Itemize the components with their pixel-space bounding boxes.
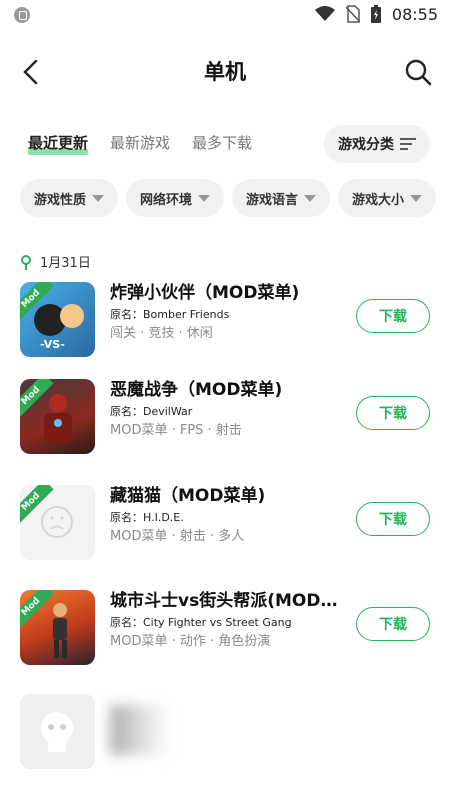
game-original-name: 原名：H.I.D.E. (110, 511, 184, 524)
download-button[interactable]: 下载 (356, 299, 430, 333)
game-thumbnail[interactable]: Mod (20, 485, 95, 560)
status-icons: 08:55 (314, 4, 438, 24)
battery-charging-icon (370, 5, 381, 23)
tab-newest-games[interactable]: 最新游戏 (110, 132, 170, 153)
loading-text-placeholder (110, 705, 170, 755)
dropdown-triangle-icon (92, 194, 105, 202)
search-icon[interactable] (402, 56, 434, 88)
game-thumbnail[interactable]: -VS- Mod (20, 282, 95, 357)
svg-text:-VS-: -VS- (40, 338, 65, 351)
filter-label: 游戏性质 (34, 192, 87, 208)
game-name: 炸弹小伙伴（MOD菜单) (110, 283, 300, 303)
game-tags: MOD菜单 · 动作 · 角色扮演 (110, 634, 271, 649)
status-time: 08:55 (391, 4, 438, 24)
game-category-label: 游戏分类 (338, 137, 394, 153)
list-item[interactable]: Mod 恶魔战争（MOD菜单) 原名：DevilWar MOD菜单 · FPS … (20, 379, 430, 455)
sort-tabs: 最近更新 最新游戏 最多下载 (28, 132, 252, 155)
list-item-loading (20, 694, 430, 770)
shield-notification-icon (14, 7, 30, 23)
filter-network[interactable]: 网络环境 (126, 179, 225, 217)
page-title: 单机 (204, 60, 246, 84)
filter-label: 游戏大小 (352, 192, 405, 208)
game-original-name: 原名：Bomber Friends (110, 308, 230, 321)
game-thumbnail[interactable]: Mod (20, 379, 95, 454)
game-thumbnail-placeholder (20, 694, 95, 769)
game-tags: MOD菜单 · FPS · 射击 (110, 423, 242, 438)
filter-label: 游戏语言 (246, 192, 299, 208)
dropdown-triangle-icon (198, 194, 211, 202)
game-category-button[interactable]: 游戏分类 (324, 125, 430, 163)
location-pin-icon (21, 254, 31, 270)
filter-game-nature[interactable]: 游戏性质 (20, 179, 119, 217)
list-item[interactable]: Mod 城市斗士vs街头帮派(MOD… 原名：City Fighter vs S… (20, 590, 430, 666)
filter-lines-icon (400, 138, 416, 150)
status-bar: 08:55 (0, 0, 450, 32)
download-button[interactable]: 下载 (356, 396, 430, 430)
game-name: 恶魔战争（MOD菜单) (110, 380, 283, 400)
filter-size[interactable]: 游戏大小 (338, 179, 437, 217)
date-label: 1月31日 (40, 256, 91, 271)
game-name: 藏猫猫（MOD菜单) (110, 486, 266, 506)
dropdown-triangle-icon (410, 194, 423, 202)
game-thumbnail[interactable]: Mod (20, 590, 95, 665)
filter-label: 网络环境 (140, 192, 193, 208)
list-item[interactable]: -VS- Mod 炸弹小伙伴（MOD菜单) 原名：Bomber Friends … (20, 282, 430, 358)
dropdown-triangle-icon (304, 194, 317, 202)
filter-language[interactable]: 游戏语言 (232, 179, 331, 217)
game-tags: MOD菜单 · 射击 · 多人 (110, 529, 245, 544)
no-sim-icon (345, 5, 360, 23)
game-tags: 闯关 · 竞技 · 休闲 (110, 326, 213, 341)
date-header: 1月31日 (20, 252, 91, 271)
filter-row: 游戏性质 网络环境 游戏语言 游戏大小 (20, 179, 437, 217)
game-name: 城市斗士vs街头帮派(MOD… (110, 591, 338, 611)
tab-recent-update[interactable]: 最近更新 (28, 132, 89, 155)
download-button[interactable]: 下载 (356, 502, 430, 536)
app-header: 单机 (0, 48, 450, 94)
wifi-icon (314, 6, 335, 21)
tab-most-downloads[interactable]: 最多下载 (192, 132, 252, 153)
game-original-name: 原名：DevilWar (110, 405, 193, 418)
game-original-name: 原名：City Fighter vs Street Gang (110, 616, 292, 629)
download-button[interactable]: 下载 (356, 607, 430, 641)
ghost-placeholder-icon (41, 712, 73, 752)
list-item[interactable]: Mod 藏猫猫（MOD菜单) 原名：H.I.D.E. MOD菜单 · 射击 · … (20, 485, 430, 561)
